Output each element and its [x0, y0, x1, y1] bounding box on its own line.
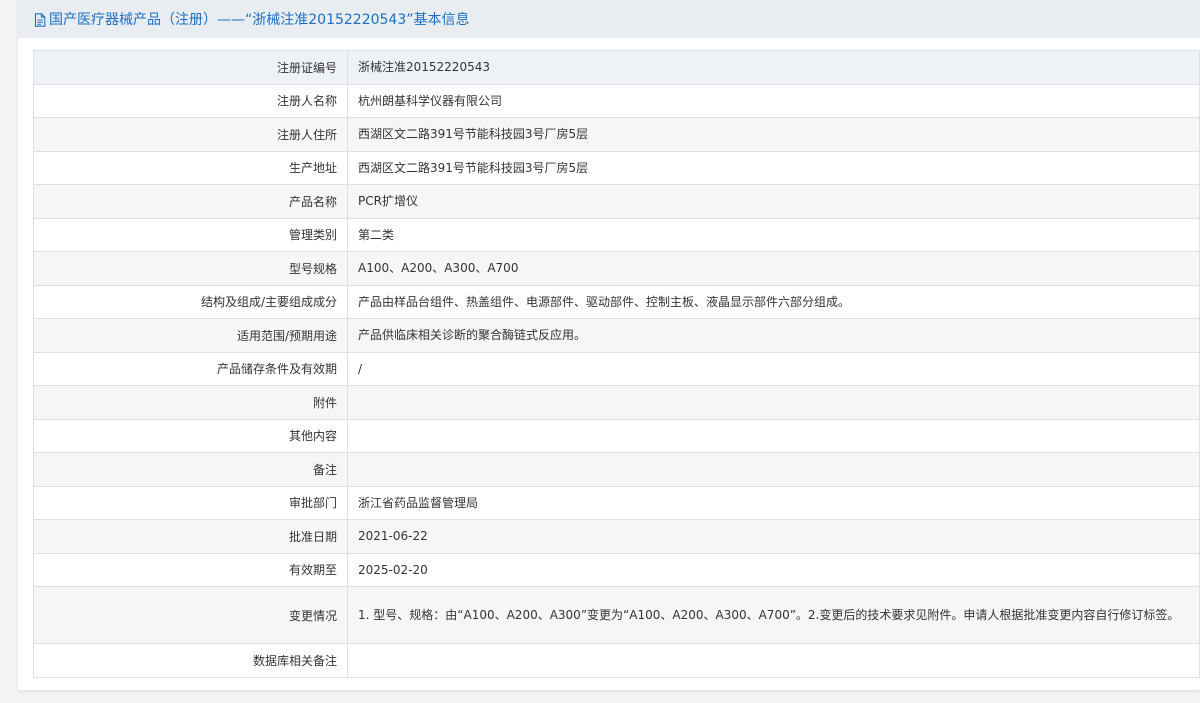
field-label: 数据库相关备注 — [33, 643, 348, 678]
field-label: 批准日期 — [33, 519, 348, 554]
table-row: 注册人名称 杭州朗基科学仪器有限公司 — [33, 83, 1200, 118]
field-value: A100、A200、A300、A700 — [347, 251, 1200, 286]
table-row: 适用范围/预期用途 产品供临床相关诊断的聚合酶链式反应用。 — [33, 318, 1200, 353]
info-panel: 国产医疗器械产品（注册）——“浙械注准20152220543”基本信息 注册证编… — [18, 0, 1200, 690]
field-label: 注册人住所 — [33, 117, 348, 152]
field-value: PCR扩增仪 — [347, 184, 1200, 219]
info-table: 注册证编号 浙械注准20152220543 注册人名称 杭州朗基科学仪器有限公司… — [33, 50, 1200, 678]
table-row: 备注 — [33, 452, 1200, 487]
table-row: 管理类别 第二类 — [33, 217, 1200, 252]
field-value: 西湖区文二路391号节能科技园3号厂房5层 — [347, 117, 1200, 152]
field-value: 第二类 — [347, 217, 1200, 252]
title-bar: 国产医疗器械产品（注册）——“浙械注准20152220543”基本信息 — [18, 0, 1200, 38]
table-row: 数据库相关备注 — [33, 643, 1200, 678]
table-row: 有效期至 2025-02-20 — [33, 552, 1200, 587]
field-value: 产品供临床相关诊断的聚合酶链式反应用。 — [347, 318, 1200, 353]
table-row: 注册人住所 西湖区文二路391号节能科技园3号厂房5层 — [33, 117, 1200, 152]
table-row: 产品名称 PCR扩增仪 — [33, 184, 1200, 219]
field-label: 附件 — [33, 385, 348, 420]
field-label: 生产地址 — [33, 150, 348, 185]
field-label: 产品储存条件及有效期 — [33, 351, 348, 386]
table-row: 批准日期 2021-06-22 — [33, 519, 1200, 554]
field-label: 备注 — [33, 452, 348, 487]
field-value: 杭州朗基科学仪器有限公司 — [347, 83, 1200, 118]
field-label: 注册证编号 — [33, 50, 348, 85]
page: 国产医疗器械产品（注册）——“浙械注准20152220543”基本信息 注册证编… — [0, 0, 1200, 703]
field-value: 西湖区文二路391号节能科技园3号厂房5层 — [347, 150, 1200, 185]
table-row: 变更情况 1. 型号、规格：由“A100、A200、A300”变更为“A100、… — [33, 586, 1200, 644]
table-row: 注册证编号 浙械注准20152220543 — [33, 50, 1200, 85]
field-label: 管理类别 — [33, 217, 348, 252]
field-label: 其他内容 — [33, 418, 348, 453]
field-value: 2021-06-22 — [347, 519, 1200, 554]
field-value: 2025-02-20 — [347, 552, 1200, 587]
field-label: 有效期至 — [33, 552, 348, 587]
field-value: 1. 型号、规格：由“A100、A200、A300”变更为“A100、A200、… — [347, 586, 1200, 644]
table-row: 结构及组成/主要组成成分 产品由样品台组件、热盖组件、电源部件、驱动部件、控制主… — [33, 284, 1200, 319]
field-value: 产品由样品台组件、热盖组件、电源部件、驱动部件、控制主板、液晶显示部件六部分组成… — [347, 284, 1200, 319]
field-label: 变更情况 — [33, 586, 348, 644]
field-label: 型号规格 — [33, 251, 348, 286]
field-value — [347, 643, 1200, 678]
field-label: 适用范围/预期用途 — [33, 318, 348, 353]
table-row: 型号规格 A100、A200、A300、A700 — [33, 251, 1200, 286]
table-row: 附件 — [33, 385, 1200, 420]
field-value — [347, 452, 1200, 487]
field-value: 浙江省药品监督管理局 — [347, 485, 1200, 520]
field-label: 注册人名称 — [33, 83, 348, 118]
table-row: 其他内容 — [33, 418, 1200, 453]
field-value — [347, 385, 1200, 420]
table-row: 审批部门 浙江省药品监督管理局 — [33, 485, 1200, 520]
table-row: 生产地址 西湖区文二路391号节能科技园3号厂房5层 — [33, 150, 1200, 185]
field-value: 浙械注准20152220543 — [347, 50, 1200, 85]
field-label: 结构及组成/主要组成成分 — [33, 284, 348, 319]
field-label: 产品名称 — [33, 184, 348, 219]
field-label: 审批部门 — [33, 485, 348, 520]
field-value: / — [347, 351, 1200, 386]
table-row: 产品储存条件及有效期 / — [33, 351, 1200, 386]
document-icon — [34, 12, 46, 27]
field-value — [347, 418, 1200, 453]
page-title: 国产医疗器械产品（注册）——“浙械注准20152220543”基本信息 — [49, 12, 470, 28]
